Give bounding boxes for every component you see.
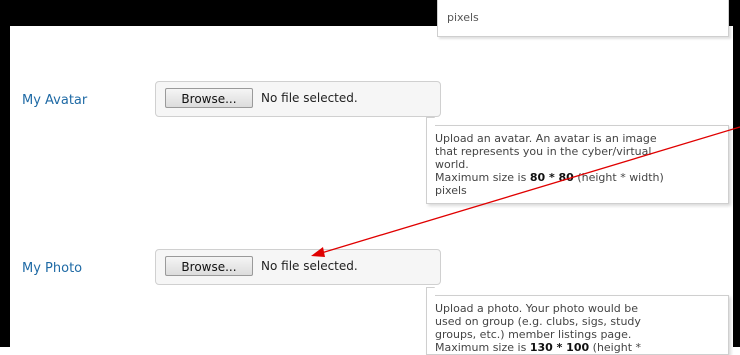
annotation-arrow-line: [317, 126, 740, 255]
annotation-arrowhead: [311, 247, 325, 257]
annotation-arrow: [311, 126, 740, 257]
